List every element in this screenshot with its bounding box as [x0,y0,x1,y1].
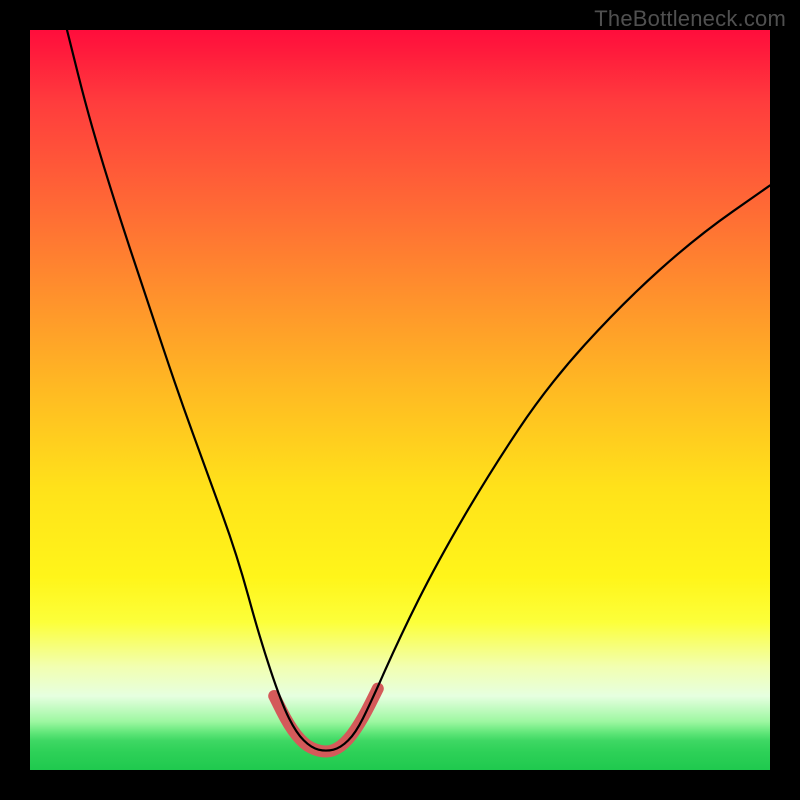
watermark-label: TheBottleneck.com [594,6,786,32]
plot-area [30,30,770,770]
chart-frame: TheBottleneck.com [0,0,800,800]
curve-main [67,30,770,751]
chart-svg [30,30,770,770]
